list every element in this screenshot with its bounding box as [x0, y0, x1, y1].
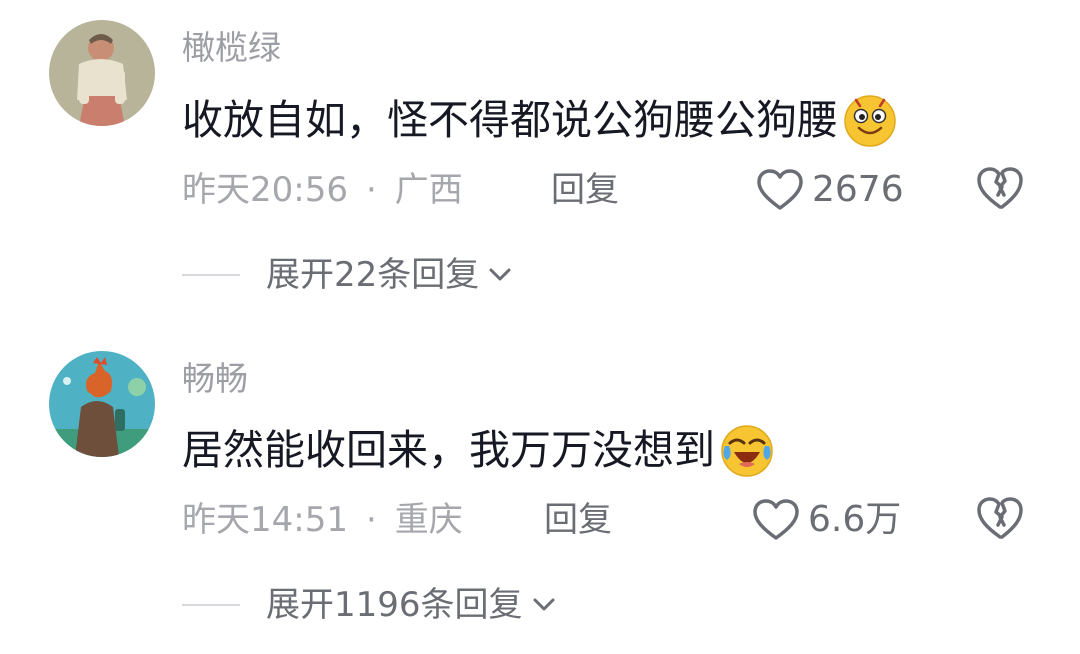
- dislike-button[interactable]: [975, 165, 1025, 211]
- separator-dot: ·: [365, 500, 377, 540]
- comment-text-content: 收放自如，怪不得都说公狗腰公狗腰: [182, 96, 838, 144]
- heart-icon: [753, 499, 799, 540]
- broken-heart-icon: [977, 167, 1023, 209]
- chevron-down-icon: [533, 598, 555, 611]
- expand-replies-label: 展开22条回复: [266, 255, 480, 295]
- comment-meta: 昨天20:56 · 广西: [182, 170, 463, 210]
- comment-text: 居然能收回来，我万万没想到: [182, 422, 775, 478]
- comment-location: 重庆: [394, 500, 463, 540]
- reply-button[interactable]: 回复: [551, 170, 619, 210]
- comment-meta: 昨天14:51 · 重庆: [182, 500, 463, 540]
- avatar[interactable]: [49, 351, 155, 457]
- like-count: 6.6万: [808, 499, 902, 540]
- chevron-down-icon: [489, 268, 511, 281]
- avatar[interactable]: [49, 20, 155, 126]
- like-button[interactable]: 2676: [756, 168, 904, 212]
- divider-line: [182, 274, 240, 276]
- comment-time: 昨天14:51: [182, 500, 348, 540]
- like-count: 2676: [812, 169, 904, 210]
- username[interactable]: 畅畅: [182, 359, 248, 399]
- comment-text-content: 居然能收回来，我万万没想到: [182, 426, 715, 474]
- divider-line: [182, 604, 240, 606]
- laugh-cry-emoji: [721, 425, 773, 477]
- comment-location: 广西: [394, 170, 463, 210]
- like-button[interactable]: 6.6万: [752, 498, 901, 542]
- separator-dot: ·: [365, 170, 377, 210]
- dislike-button[interactable]: [975, 495, 1025, 541]
- reply-button[interactable]: 回复: [544, 500, 612, 540]
- expand-replies-button[interactable]: 展开22条回复: [182, 255, 513, 295]
- broken-heart-icon: [977, 497, 1023, 539]
- avatar-image: [49, 20, 155, 126]
- smiling-face-emoji: [844, 95, 896, 147]
- comment-time: 昨天20:56: [182, 170, 348, 210]
- username[interactable]: 橄榄绿: [182, 28, 281, 68]
- avatar-image: [49, 351, 155, 457]
- comment-text: 收放自如，怪不得都说公狗腰公狗腰: [182, 92, 898, 148]
- expand-replies-button[interactable]: 展开1196条回复: [182, 585, 557, 625]
- heart-icon: [757, 169, 803, 210]
- expand-replies-label: 展开1196条回复: [266, 585, 523, 625]
